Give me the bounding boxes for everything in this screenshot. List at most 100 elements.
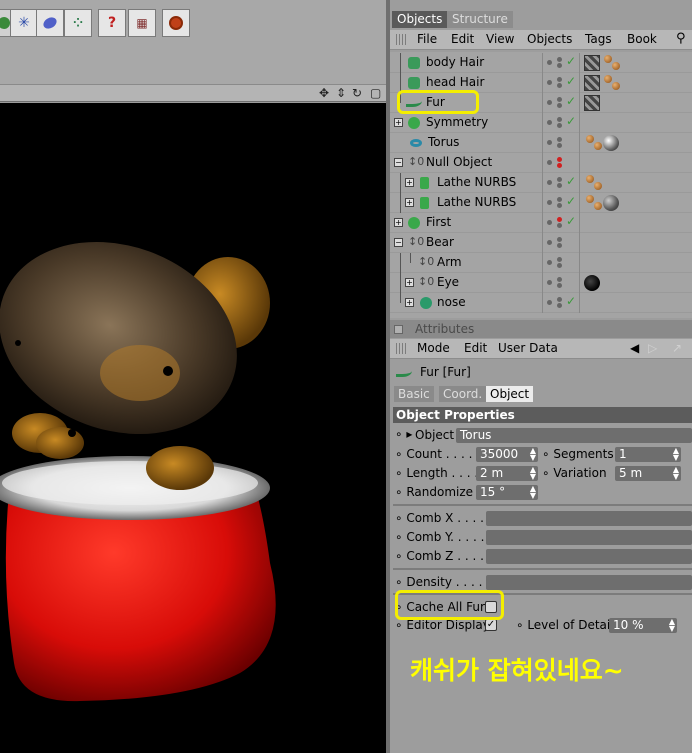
drag-grip-icon[interactable] bbox=[396, 34, 406, 45]
menu-edit[interactable]: Edit bbox=[451, 32, 474, 46]
expand-toggle-icon[interactable]: + bbox=[405, 298, 414, 307]
hair-material-tag[interactable] bbox=[584, 55, 600, 71]
up-arrow-icon[interactable]: ↗ bbox=[672, 341, 682, 355]
material-tag[interactable] bbox=[594, 182, 602, 190]
visibility-dots[interactable] bbox=[547, 277, 565, 289]
material-tag[interactable] bbox=[586, 195, 594, 203]
visibility-dots[interactable] bbox=[547, 177, 565, 189]
tab-structure[interactable]: Structure bbox=[447, 11, 513, 28]
visibility-dots[interactable] bbox=[547, 217, 565, 229]
material-tag[interactable] bbox=[594, 202, 602, 210]
search-icon[interactable]: ⚲ bbox=[676, 31, 686, 46]
texture-material-tag[interactable] bbox=[603, 195, 619, 211]
3d-viewport[interactable] bbox=[0, 103, 386, 753]
collapse-toggle-icon[interactable]: − bbox=[394, 238, 403, 247]
help-cursor-icon[interactable]: ? bbox=[98, 9, 126, 37]
object-row-torus[interactable]: Torus bbox=[390, 133, 692, 153]
object-row-null-object[interactable]: − ↕0 Null Object bbox=[390, 153, 692, 173]
object-row-body-hair[interactable]: body Hair ✓ bbox=[390, 53, 692, 73]
menu-objects[interactable]: Objects bbox=[527, 32, 572, 46]
enabled-check-icon[interactable]: ✓ bbox=[566, 174, 576, 188]
visibility-dots[interactable] bbox=[547, 237, 565, 249]
collapse-toggle-icon[interactable]: − bbox=[394, 158, 403, 167]
comb-x-field[interactable] bbox=[486, 511, 692, 526]
black-material-tag[interactable] bbox=[584, 275, 600, 291]
enabled-check-icon[interactable]: ✓ bbox=[566, 194, 576, 208]
maximize-view-icon[interactable]: ▢ bbox=[370, 86, 381, 100]
material-tag[interactable] bbox=[586, 175, 594, 183]
drag-grip-icon[interactable] bbox=[396, 343, 406, 354]
variation-field[interactable]: 5 m ▲ ▼ bbox=[615, 466, 681, 481]
menu-book[interactable]: Book bbox=[627, 32, 657, 46]
visibility-dots[interactable] bbox=[547, 77, 565, 89]
visibility-dots[interactable] bbox=[547, 57, 565, 69]
count-field[interactable]: 35000 ▲ ▼ bbox=[476, 447, 538, 462]
move-view-icon[interactable]: ✥ bbox=[319, 86, 329, 100]
randomize-field[interactable]: 15 ° ▲ ▼ bbox=[476, 485, 538, 500]
visibility-dots[interactable] bbox=[547, 297, 565, 309]
material-tag[interactable] bbox=[612, 82, 620, 90]
zoom-view-icon[interactable]: ⇕ bbox=[336, 86, 346, 100]
tab-objects[interactable]: Objects bbox=[392, 11, 448, 28]
rotate-view-icon[interactable]: ↻ bbox=[352, 86, 362, 100]
density-field[interactable] bbox=[486, 575, 692, 590]
enabled-check-icon[interactable]: ✓ bbox=[566, 294, 576, 308]
particle-emitter-icon[interactable]: ✳ bbox=[10, 9, 38, 37]
object-row-eye[interactable]: + ↕0 Eye bbox=[390, 273, 692, 293]
expand-toggle-icon[interactable]: + bbox=[405, 178, 414, 187]
visibility-dots[interactable] bbox=[547, 157, 565, 169]
menu-user-data[interactable]: User Data bbox=[498, 341, 558, 355]
visibility-dots[interactable] bbox=[547, 97, 565, 109]
menu-file[interactable]: File bbox=[417, 32, 437, 46]
comb-z-field[interactable] bbox=[486, 549, 692, 564]
enabled-check-icon[interactable]: ✓ bbox=[566, 114, 576, 128]
material-tag[interactable] bbox=[612, 62, 620, 70]
sphere-material-tag[interactable] bbox=[603, 135, 619, 151]
menu-tags[interactable]: Tags bbox=[585, 32, 612, 46]
menu-mode[interactable]: Mode bbox=[417, 341, 450, 355]
material-tag[interactable] bbox=[594, 142, 602, 150]
expand-toggle-icon[interactable]: + bbox=[405, 278, 414, 287]
fur-material-tag[interactable] bbox=[584, 95, 600, 111]
expand-toggle-icon[interactable]: + bbox=[394, 118, 403, 127]
web-render-icon[interactable] bbox=[162, 9, 190, 37]
length-field[interactable]: 2 m ▲ ▼ bbox=[476, 466, 538, 481]
hair-dots-icon[interactable]: ⁘ bbox=[64, 9, 92, 37]
tab-coord[interactable]: Coord. bbox=[439, 386, 487, 402]
enabled-check-icon[interactable]: ✓ bbox=[566, 54, 576, 68]
visibility-dots[interactable] bbox=[547, 117, 565, 129]
object-row-nose[interactable]: + nose ✓ bbox=[390, 293, 692, 313]
tab-attributes[interactable]: Attributes bbox=[415, 322, 474, 336]
hair-material-tag[interactable] bbox=[584, 75, 600, 91]
editor-display-checkbox[interactable]: ✓ bbox=[485, 619, 497, 631]
material-tag[interactable] bbox=[604, 55, 612, 63]
deformer-icon[interactable] bbox=[36, 9, 64, 37]
material-tag[interactable] bbox=[604, 75, 612, 83]
visibility-dots[interactable] bbox=[547, 197, 565, 209]
object-row-bear[interactable]: − ↕0 Bear bbox=[390, 233, 692, 253]
visibility-dots[interactable] bbox=[547, 137, 565, 149]
calendar-icon[interactable]: ▦ bbox=[128, 9, 156, 37]
expand-toggle-icon[interactable]: + bbox=[394, 218, 403, 227]
object-row-symmetry[interactable]: + Symmetry ✓ bbox=[390, 113, 692, 133]
menu-edit[interactable]: Edit bbox=[464, 341, 487, 355]
level-of-detail-field[interactable]: 10 % ▲ ▼ bbox=[609, 618, 677, 633]
object-row-first[interactable]: + First ✓ bbox=[390, 213, 692, 233]
enabled-check-icon[interactable]: ✓ bbox=[566, 214, 576, 228]
back-arrow-icon[interactable]: ◀ bbox=[630, 341, 639, 355]
enabled-check-icon[interactable]: ✓ bbox=[566, 94, 576, 108]
tab-object[interactable]: Object bbox=[486, 386, 534, 402]
visibility-dots[interactable] bbox=[547, 257, 565, 269]
object-link-field[interactable]: Torus bbox=[456, 428, 692, 443]
object-row-arm[interactable]: ↕0 Arm bbox=[390, 253, 692, 273]
segments-field[interactable]: 1 ▲ ▼ bbox=[615, 447, 681, 462]
object-row-lathe-nurbs[interactable]: + Lathe NURBS ✓ bbox=[390, 173, 692, 193]
forward-arrow-icon[interactable]: ▷ bbox=[648, 341, 657, 355]
tab-basic[interactable]: Basic bbox=[394, 386, 434, 402]
menu-view[interactable]: View bbox=[486, 32, 514, 46]
comb-y-field[interactable] bbox=[486, 530, 692, 545]
enabled-check-icon[interactable]: ✓ bbox=[566, 74, 576, 88]
object-row-lathe-nurbs[interactable]: + Lathe NURBS ✓ bbox=[390, 193, 692, 213]
expand-toggle-icon[interactable]: + bbox=[405, 198, 414, 207]
material-tag[interactable] bbox=[586, 135, 594, 143]
